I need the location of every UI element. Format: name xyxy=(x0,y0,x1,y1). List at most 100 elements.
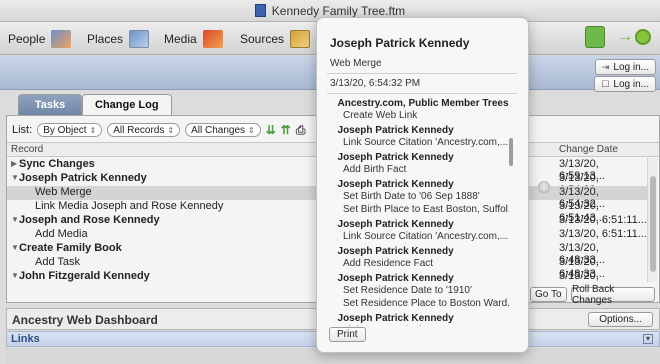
entry-detail: Link Source Citation 'Ancestry.com,... xyxy=(343,137,509,148)
row-date: 3/13/20, 6:51:11... xyxy=(559,228,647,240)
people-icon xyxy=(51,30,72,48)
disclosure-open-icon[interactable]: ▼ xyxy=(11,173,19,182)
row-date: 3/13/20, 6:51:11... xyxy=(559,214,647,226)
info-icon[interactable]: i xyxy=(538,181,550,193)
entry-detail: Add Residence Fact xyxy=(343,258,434,269)
changes-value: All Changes xyxy=(191,124,246,136)
entry-detail: Link Source Citation 'Ancestry.com,... xyxy=(343,231,509,242)
by-object-value: By Object xyxy=(43,124,87,136)
tab-change-log[interactable]: Change Log xyxy=(82,94,172,115)
go-to-button[interactable]: Go To xyxy=(530,287,567,302)
scrollbar-thumb[interactable] xyxy=(650,176,656,272)
entry-detail: Set Residence Date to '1910' xyxy=(343,285,472,296)
change-detail-popover: Joseph Patrick Kennedy Web Merge 3/13/20… xyxy=(316,17,529,353)
places-icon xyxy=(129,30,150,48)
popover-entry: Joseph Patrick KennedySet Residence Date… xyxy=(337,273,509,310)
popover-scrollbar[interactable] xyxy=(509,138,513,166)
collapse-all-icon[interactable]: ⇊ xyxy=(266,123,276,137)
window-title: Kennedy Family Tree.ftm xyxy=(271,3,406,18)
popover-entry: Joseph Patrick KennedyLink Source Citati… xyxy=(337,313,509,326)
popover-entry: Joseph Patrick KennedyAdd Residence Fact xyxy=(337,246,509,270)
entry-heading: Joseph Patrick Kennedy xyxy=(337,313,509,324)
nav-places[interactable]: Places xyxy=(87,28,150,50)
nav-sources-label: Sources xyxy=(240,32,285,46)
dashboard-title: Ancestry Web Dashboard xyxy=(12,313,158,327)
row-label: Web Merge xyxy=(35,186,92,198)
row-label: John Fitzgerald Kennedy xyxy=(19,270,150,282)
disclosure-closed-icon[interactable]: ▶ xyxy=(11,159,17,168)
entry-heading: Joseph Patrick Kennedy xyxy=(337,219,509,230)
chevron-updown-icon: ⇕ xyxy=(248,125,255,135)
login-button[interactable]: ⇥ Log in... xyxy=(594,59,656,75)
arrow-icon: → xyxy=(617,28,633,45)
entry-heading: Joseph Patrick Kennedy xyxy=(337,179,509,190)
popover-entry: Joseph Patrick KennedySet Birth Date to … xyxy=(337,179,509,216)
popover-timestamp: 3/13/20, 6:54:32 PM xyxy=(330,78,421,89)
popover-entry: Ancestry.com, Public Member Trees (...Cr… xyxy=(337,98,509,122)
expand-all-icon[interactable]: ⇈ xyxy=(281,123,291,137)
chevron-updown-icon: ⇕ xyxy=(167,125,175,135)
nav-media[interactable]: Media xyxy=(164,28,223,50)
row-label: Joseph Patrick Kennedy xyxy=(19,172,147,184)
entry-heading: Joseph Patrick Kennedy xyxy=(337,152,509,163)
login-button-2[interactable]: ☐ Log in... xyxy=(594,76,656,92)
row-label: Add Task xyxy=(35,256,81,268)
tree-sync-icon[interactable] xyxy=(585,26,605,48)
document-icon xyxy=(254,4,266,17)
entry-heading: Joseph Patrick Kennedy xyxy=(337,246,509,257)
popover-entry: Joseph Patrick KennedyAdd Birth Fact xyxy=(337,152,509,176)
list-scrollbar[interactable] xyxy=(647,158,657,282)
tab-tasks[interactable]: Tasks xyxy=(18,94,82,115)
entry-heading: Ancestry.com, Public Member Trees (... xyxy=(337,98,509,109)
disclosure-open-icon[interactable]: ▼ xyxy=(11,215,19,224)
entry-detail: Create Web Link xyxy=(343,110,418,121)
entry-detail: Set Residence Place to Boston Ward... xyxy=(343,298,509,309)
print-icon[interactable]: ⎙ xyxy=(296,123,306,138)
row-label: Joseph and Rose Kennedy xyxy=(19,214,160,226)
popover-subtitle: Web Merge xyxy=(330,58,382,69)
list-label: List: xyxy=(12,124,33,136)
records-value: All Records xyxy=(113,124,165,136)
record-column-header[interactable]: Record xyxy=(11,144,43,155)
changes-select[interactable]: All Changes ⇕ xyxy=(185,123,261,137)
popover-entries: Ancestry.com, Public Member Trees (...Cr… xyxy=(317,98,528,326)
login-button-2-label: Log in... xyxy=(613,78,649,90)
entry-detail: Link Source Citation 'Ancestry.com,... xyxy=(337,324,509,326)
filter-bar: List: By Object ⇕ All Records ⇕ All Change… xyxy=(12,121,305,139)
nav-places-label: Places xyxy=(87,32,124,46)
web-search-icon xyxy=(635,29,651,45)
popover-entry: Joseph Patrick KennedyLink Source Citati… xyxy=(337,219,509,243)
nav-sources[interactable]: Sources xyxy=(240,28,311,50)
links-title: Links xyxy=(11,333,40,345)
row-label: Create Family Book xyxy=(19,242,122,254)
roll-back-changes-button[interactable]: Roll Back Changes xyxy=(571,284,655,306)
nav-people[interactable]: People xyxy=(8,28,72,50)
row-label: Link Media Joseph and Rose Kennedy xyxy=(35,200,224,212)
nav-people-label: People xyxy=(8,32,46,46)
row-label: Add Media xyxy=(35,228,88,240)
media-icon xyxy=(202,30,223,48)
web-search-button[interactable]: → xyxy=(617,27,651,47)
by-object-select[interactable]: By Object ⇕ xyxy=(37,123,103,137)
options-button[interactable]: Options... xyxy=(588,312,653,327)
login-icon: ⇥ xyxy=(601,61,610,72)
entry-heading: Joseph Patrick Kennedy xyxy=(337,125,509,136)
divider xyxy=(327,93,517,94)
records-select[interactable]: All Records ⇕ xyxy=(107,123,181,137)
row-date: 3/13/20, 6:47:10... xyxy=(559,270,599,282)
print-button[interactable]: Print xyxy=(329,327,366,342)
disclosure-open-icon[interactable]: ▼ xyxy=(11,243,19,252)
panel-tabs: Tasks Change Log xyxy=(18,94,172,115)
collapse-icon[interactable]: ▾ xyxy=(643,334,653,344)
disclosure-open-icon[interactable]: ▼ xyxy=(11,271,19,280)
popover-entry: Joseph Patrick KennedyLink Source Citati… xyxy=(337,125,509,149)
row-label: Sync Changes xyxy=(19,158,95,170)
chevron-updown-icon: ⇕ xyxy=(89,125,97,135)
entry-detail: Set Birth Date to '06 Sep 1888' xyxy=(343,191,480,202)
divider xyxy=(327,73,517,74)
entry-detail: Add Birth Fact xyxy=(343,164,407,175)
change-date-column-header[interactable]: Change Date xyxy=(559,144,618,155)
sources-icon xyxy=(290,30,311,48)
login-box-icon: ☐ xyxy=(601,78,610,89)
login-button-label: Log in... xyxy=(613,61,649,73)
